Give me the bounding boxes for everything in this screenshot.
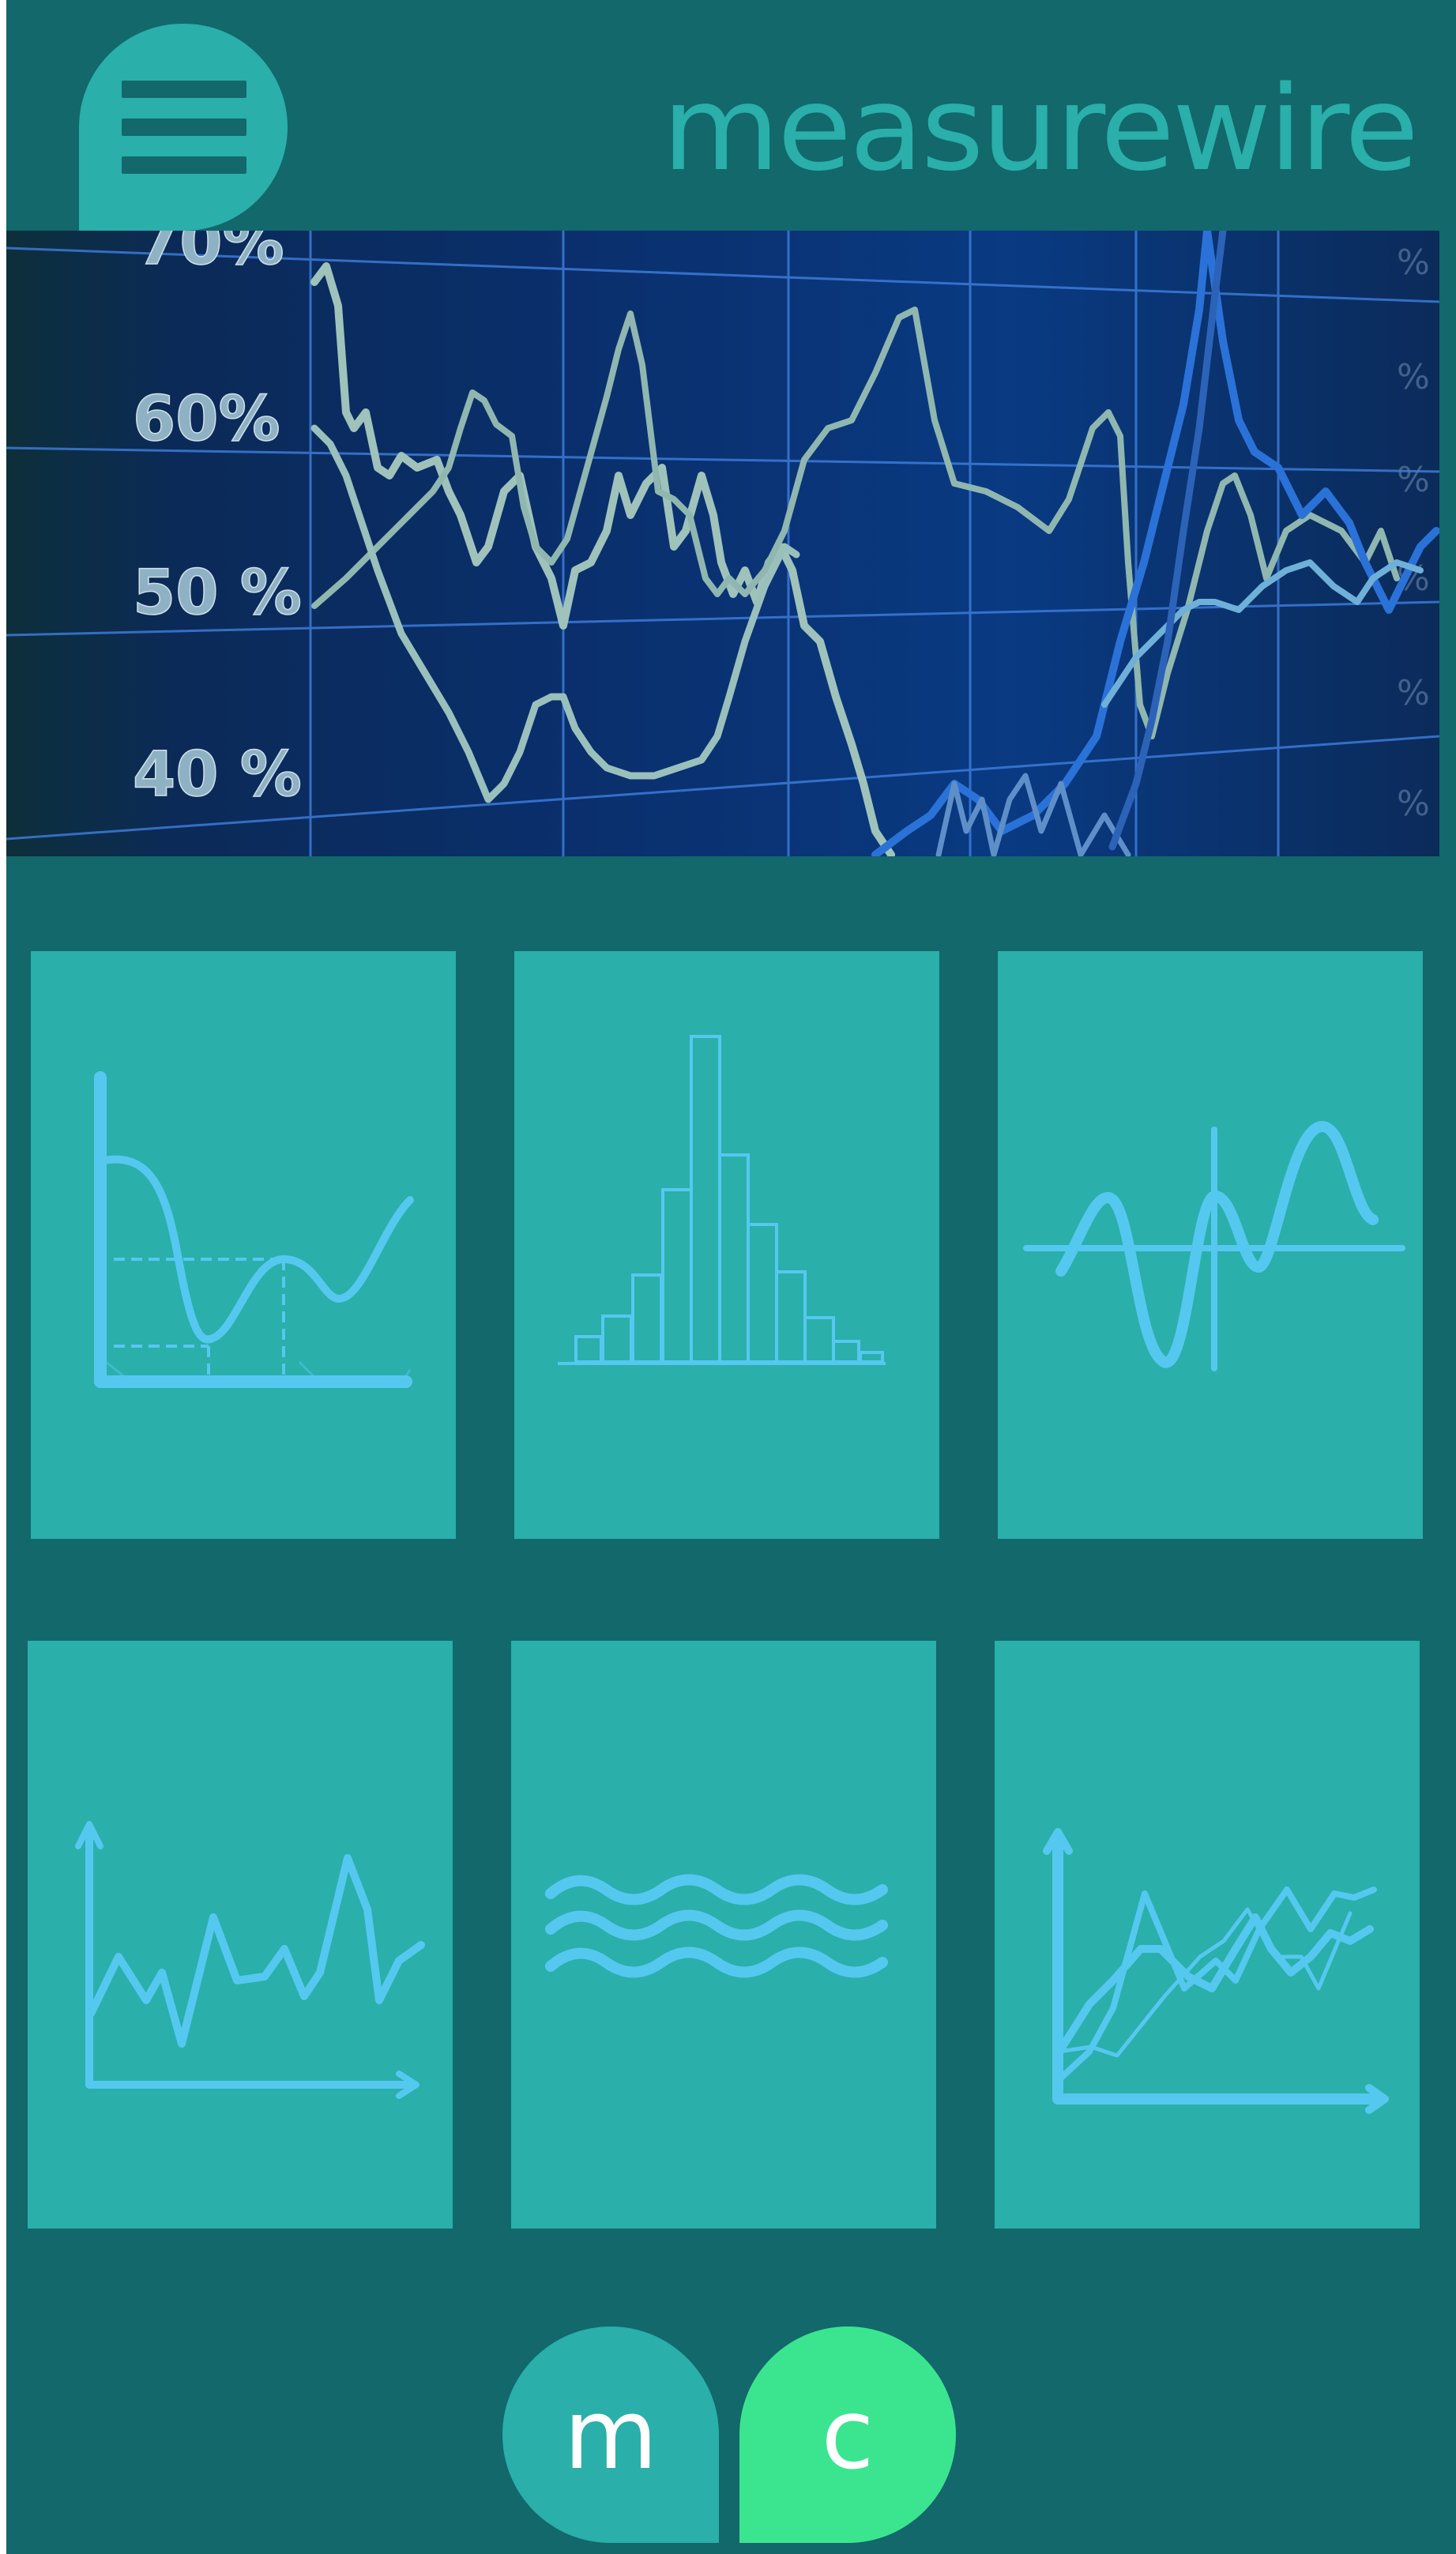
hero-edge-label: % xyxy=(1397,243,1430,283)
brand-text: measurewire xyxy=(662,65,1416,183)
hero-tick-label: 50 % xyxy=(133,558,302,629)
hero-edge-label: % xyxy=(1397,673,1430,713)
hero-line xyxy=(311,307,1400,739)
hero-tick-label: 60% xyxy=(133,384,280,455)
hero-edge-label: % xyxy=(1397,460,1430,500)
hamburger-menu-icon xyxy=(122,81,246,98)
tile-curve-graph[interactable] xyxy=(31,951,456,1539)
avatar-m[interactable]: m xyxy=(502,2326,719,2543)
histogram-icon xyxy=(558,1035,886,1365)
menu-button[interactable] xyxy=(79,24,288,231)
hero-edge-label: % xyxy=(1397,357,1430,397)
left-edge xyxy=(0,0,6,2554)
avatar-letter: m xyxy=(563,2379,658,2491)
hero-banner: 70% 60% 50 % 40 % % % % % % % xyxy=(6,231,1439,856)
header: measurewire xyxy=(6,0,1456,231)
hero-tick-label: 40 % xyxy=(133,739,302,811)
tile-histogram[interactable] xyxy=(514,951,939,1539)
hero-edge-label: % xyxy=(1397,784,1430,824)
tile-sine-wave[interactable] xyxy=(998,951,1423,1539)
hero-line xyxy=(310,424,800,803)
hero-tick-label: 70% xyxy=(137,231,284,279)
tile-line-chart[interactable] xyxy=(28,1641,453,2229)
avatar-c[interactable]: c xyxy=(739,2326,956,2543)
hero-line xyxy=(1101,559,1424,708)
tile-multi-line-chart[interactable] xyxy=(995,1641,1420,2229)
multi-line-chart-icon xyxy=(1043,1828,1389,2114)
curve-graph-icon xyxy=(94,1071,414,1388)
avatar-letter: c xyxy=(821,2379,875,2491)
hamburger-bar xyxy=(122,118,246,136)
hamburger-bar xyxy=(122,156,246,174)
line-chart-icon xyxy=(75,1821,425,2099)
waves-icon xyxy=(545,1874,888,1978)
sine-wave-icon xyxy=(1023,1121,1405,1371)
tile-waves[interactable] xyxy=(511,1641,936,2229)
brand-logo[interactable]: measurewire xyxy=(662,65,1420,183)
